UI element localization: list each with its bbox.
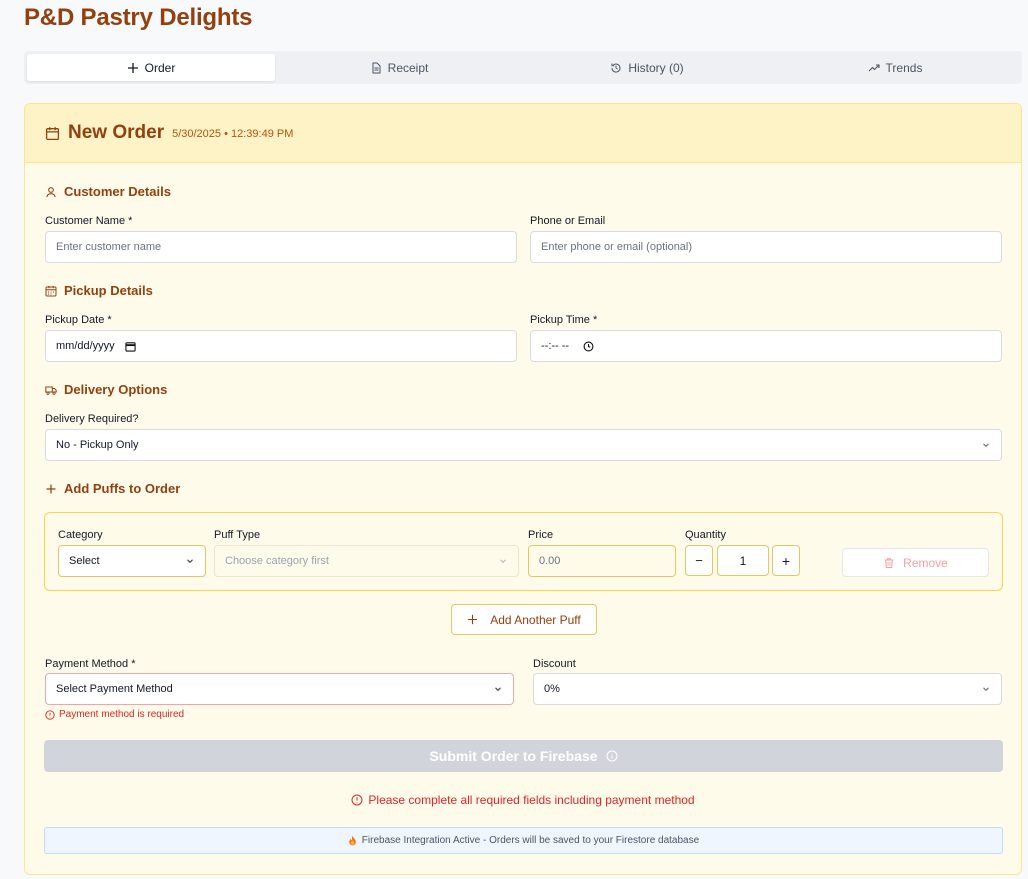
- remove-puff-button[interactable]: Remove: [842, 548, 989, 577]
- tab-label: Order: [144, 60, 176, 75]
- chevron-down-icon: [500, 559, 506, 564]
- quantity-input[interactable]: 1: [717, 545, 769, 576]
- new-order-card: New Order 5/30/2025 • 12:39:49 PM Custom…: [24, 103, 1022, 875]
- tab-label: Receipt: [387, 60, 429, 75]
- pickup-time-label: Pickup Time *: [530, 314, 598, 326]
- pickup-date-label: Pickup Date *: [45, 314, 112, 326]
- puff-item-row: Category Select Puff Type Choose categor…: [44, 512, 1003, 591]
- section-pickup-details: Pickup Details: [45, 283, 153, 298]
- fire-icon: [348, 835, 356, 846]
- tab-label: Trends: [885, 60, 923, 75]
- pickup-time-value: --:-- --: [541, 340, 570, 352]
- delivery-value: No - Pickup Only: [56, 439, 139, 451]
- form-warning: Please complete all required fields incl…: [25, 793, 1021, 807]
- card-title: New Order: [68, 122, 165, 143]
- tab-bar: Order Receipt History (0) Trends: [24, 51, 1022, 84]
- truck-icon: [45, 386, 57, 395]
- customer-name-label: Customer Name *: [45, 215, 133, 227]
- trending-up-icon: [868, 63, 880, 71]
- section-title-text: Delivery Options: [64, 382, 168, 397]
- price-label: Price: [528, 529, 554, 541]
- tab-receipt[interactable]: Receipt: [275, 54, 523, 81]
- add-another-label: Add Another Puff: [490, 612, 581, 627]
- delivery-label: Delivery Required?: [45, 413, 139, 425]
- plus-icon: [468, 614, 478, 625]
- pickup-date-value: mm/dd/yyyy: [56, 340, 115, 352]
- firebase-info-text: Firebase Integration Active - Orders wil…: [361, 835, 700, 846]
- add-another-puff-button[interactable]: Add Another Puff: [451, 604, 597, 635]
- discount-value: 0%: [544, 683, 560, 695]
- contact-input[interactable]: Enter phone or email (optional): [530, 231, 1002, 263]
- submit-label: Submit Order to Firebase: [429, 748, 598, 764]
- payment-error-text: Payment method is required: [59, 709, 185, 720]
- chevron-down-icon: [495, 687, 501, 692]
- price-placeholder: 0.00: [539, 555, 561, 567]
- customer-name-input[interactable]: Enter customer name: [45, 231, 517, 263]
- calendar-icon: [45, 285, 57, 296]
- quantity-increase-button[interactable]: +: [772, 545, 800, 576]
- tab-history[interactable]: History (0): [523, 54, 771, 81]
- chevron-down-icon: [187, 559, 193, 564]
- app-title: P&D Pastry Delights: [24, 4, 253, 31]
- pickup-time-input[interactable]: --:-- --: [530, 330, 1002, 362]
- calendar-icon: [45, 126, 60, 140]
- order-timestamp: 5/30/2025 • 12:39:49 PM: [172, 128, 294, 140]
- chevron-down-icon: [983, 687, 989, 692]
- puff-type-label: Puff Type: [214, 529, 261, 541]
- puff-type-placeholder: Choose category first: [225, 555, 329, 567]
- section-title-text: Add Puffs to Order: [64, 481, 181, 496]
- card-header: New Order 5/30/2025 • 12:39:49 PM: [25, 104, 1021, 163]
- section-title-text: Pickup Details: [64, 283, 153, 298]
- form-warning-text: Please complete all required fields incl…: [368, 793, 695, 807]
- quantity-decrease-button[interactable]: −: [685, 545, 713, 576]
- quantity-label: Quantity: [685, 529, 726, 541]
- payment-method-value: Select Payment Method: [56, 683, 173, 695]
- info-icon: [606, 750, 618, 762]
- alert-circle-icon: [351, 794, 363, 806]
- section-add-puffs: Add Puffs to Order: [45, 481, 180, 496]
- remove-label: Remove: [903, 555, 948, 570]
- contact-label: Phone or Email: [530, 215, 606, 227]
- tab-order[interactable]: Order: [27, 54, 275, 81]
- pickup-date-input[interactable]: mm/dd/yyyy: [45, 330, 517, 362]
- puff-type-select[interactable]: Choose category first: [214, 545, 519, 577]
- history-icon: [611, 63, 621, 73]
- alert-circle-icon: [45, 709, 55, 720]
- tab-trends[interactable]: Trends: [771, 54, 1019, 81]
- payment-method-label: Payment Method *: [45, 658, 136, 670]
- discount-label: Discount: [533, 658, 576, 670]
- payment-method-select[interactable]: Select Payment Method: [45, 673, 514, 705]
- category-select[interactable]: Select: [58, 545, 206, 577]
- customer-name-placeholder: Enter customer name: [56, 241, 162, 253]
- price-input[interactable]: 0.00: [528, 545, 676, 577]
- contact-placeholder: Enter phone or email (optional): [541, 241, 693, 253]
- category-value: Select: [69, 555, 100, 567]
- section-customer-details: Customer Details: [45, 184, 171, 199]
- payment-error: Payment method is required: [45, 709, 184, 720]
- section-title-text: Customer Details: [64, 184, 171, 199]
- trash-icon: [884, 557, 894, 568]
- plus-icon: [127, 62, 138, 73]
- file-text-icon: [372, 62, 381, 73]
- submit-order-button[interactable]: Submit Order to Firebase: [44, 740, 1003, 772]
- chevron-down-icon: [983, 443, 989, 448]
- delivery-select[interactable]: No - Pickup Only: [45, 429, 1002, 461]
- firebase-info-bar: Firebase Integration Active - Orders wil…: [44, 827, 1003, 854]
- user-icon: [46, 186, 56, 197]
- plus-icon: [46, 484, 56, 493]
- clock-icon[interactable]: [583, 341, 594, 352]
- tab-label: History (0): [628, 60, 684, 75]
- category-label: Category: [58, 529, 103, 541]
- calendar-picker-icon[interactable]: [125, 341, 136, 352]
- section-delivery-options: Delivery Options: [45, 382, 167, 397]
- discount-select[interactable]: 0%: [533, 673, 1002, 705]
